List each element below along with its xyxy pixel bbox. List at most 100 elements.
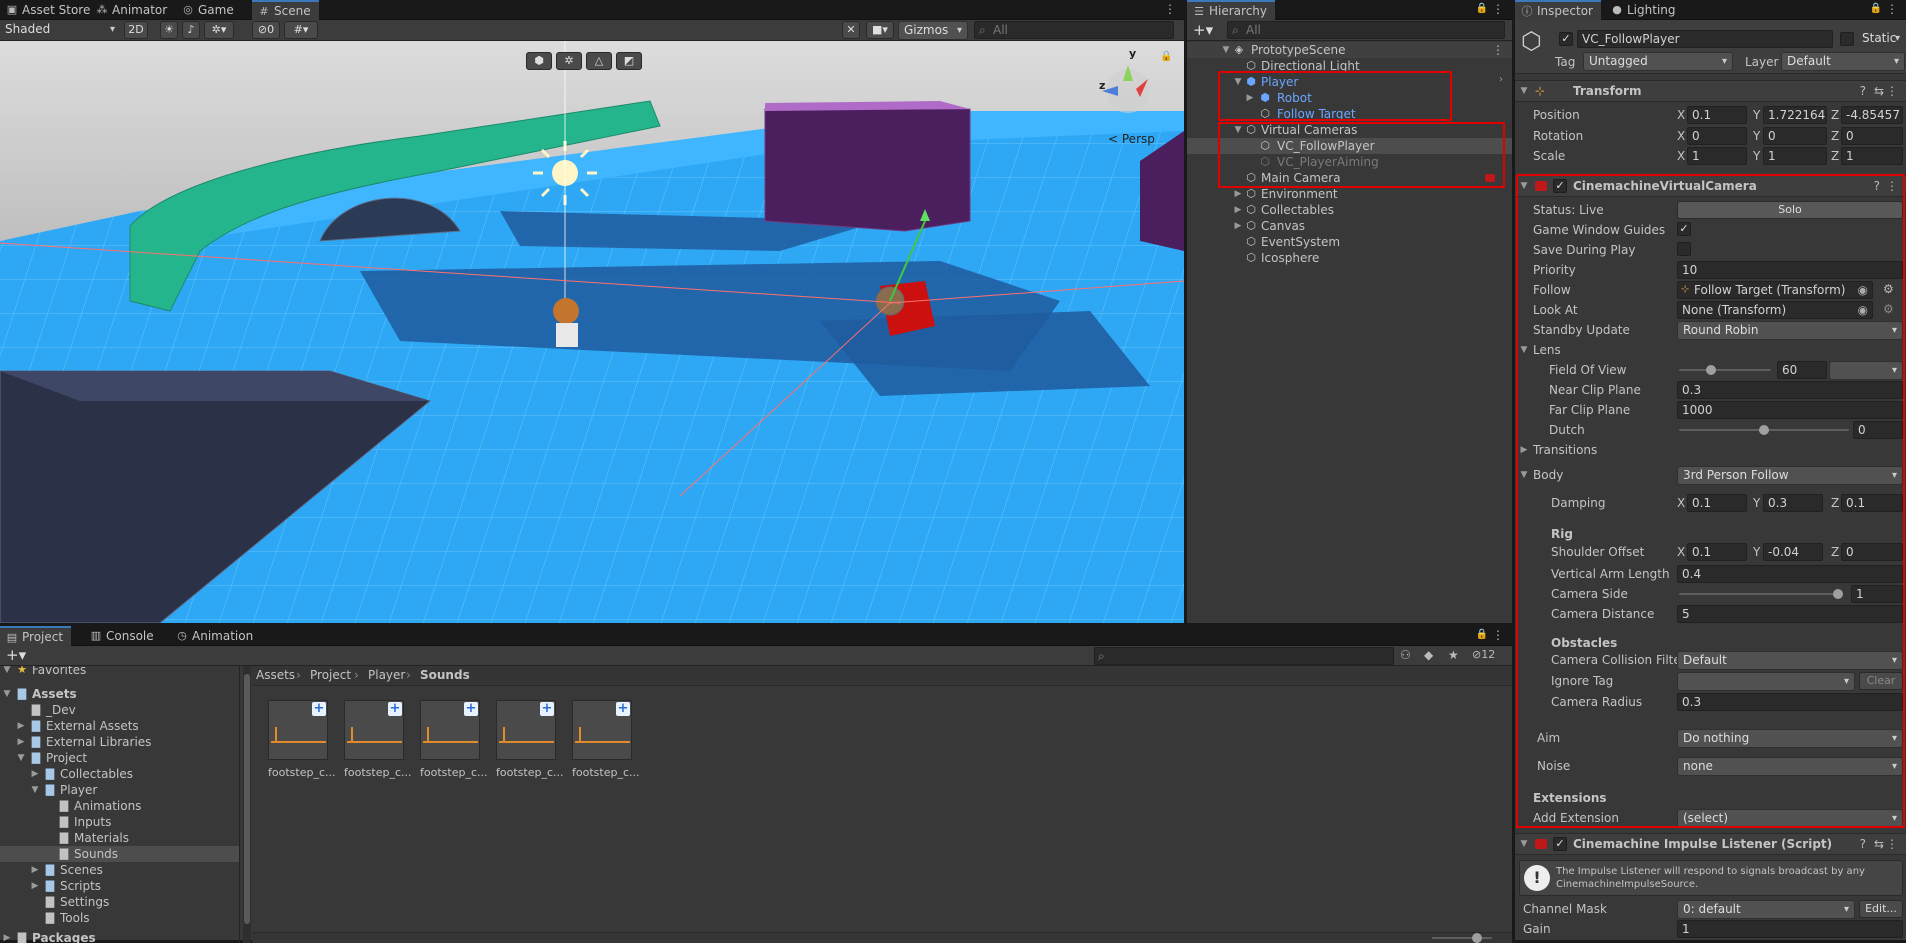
position-x-field[interactable]: 0.1 [1687, 106, 1747, 124]
game-window-guides-checkbox[interactable]: ✓ [1677, 222, 1691, 236]
scene-menu-icon[interactable]: ⋮ [1492, 42, 1504, 58]
collapse-arrow-icon[interactable]: ▶ [16, 718, 26, 734]
body-dropdown[interactable]: 3rd Person Follow [1677, 466, 1903, 485]
damping-x-field[interactable]: 0.1 [1687, 494, 1747, 512]
preset-icon[interactable]: ⇆ [1874, 837, 1884, 851]
hierarchy-search-input[interactable]: ⌕ All [1227, 21, 1505, 39]
hidden-objects-toggle[interactable]: ⊘0 [252, 21, 280, 39]
expand-arrow-icon[interactable]: ▼ [1519, 467, 1529, 483]
hierarchy-item-directional-light[interactable]: ⬡ Directional Light [1187, 58, 1512, 74]
collapse-arrow-icon[interactable]: ▶ [2, 930, 12, 943]
lock-icon[interactable]: 🔒 [1476, 629, 1488, 640]
component-menu-icon[interactable]: ⋮ [1886, 84, 1898, 98]
tag-dropdown[interactable]: Untagged [1583, 52, 1733, 71]
collapse-arrow-icon[interactable]: ▶ [1233, 202, 1243, 218]
save-during-play-checkbox[interactable] [1677, 242, 1691, 256]
lighting-toggle-icon[interactable]: ☀ [160, 21, 178, 39]
folder-tools[interactable]: ▇ Tools [0, 910, 239, 926]
object-picker-icon[interactable]: ◉ [1858, 282, 1868, 298]
gizmos-dropdown[interactable]: Gizmos [898, 21, 968, 40]
move-tool-icon[interactable]: ⬢ [526, 52, 552, 70]
collapse-arrow-icon[interactable]: ▶ [30, 878, 40, 894]
folder-scripts[interactable]: ▶ ▇ Scripts [0, 878, 239, 894]
gain-field[interactable]: 1 [1677, 920, 1903, 938]
tab-animation[interactable]: ◷ Animation [170, 626, 261, 646]
add-preview-icon[interactable]: + [616, 702, 630, 716]
audio-file-tile[interactable]: + footstep_c... [344, 700, 411, 784]
more-menu-icon[interactable]: ⋮ [1492, 628, 1504, 642]
camera-radius-field[interactable]: 0.3 [1677, 693, 1903, 711]
active-checkbox[interactable]: ✓ [1559, 32, 1573, 46]
fov-field[interactable]: 60 [1777, 361, 1827, 379]
hierarchy-item-vc-followplayer[interactable]: ⬡ VC_FollowPlayer [1187, 138, 1512, 154]
look-at-object-field[interactable]: None (Transform) ◉ [1677, 301, 1873, 319]
impulse-listener-header[interactable]: ▼ ✓ Cinemachine Impulse Listener (Script… [1515, 833, 1906, 855]
camera-distance-field[interactable]: 5 [1677, 605, 1903, 623]
tab-asset-store[interactable]: ▣ Asset Store [0, 0, 98, 20]
project-search-input[interactable]: ⌕ [1094, 647, 1394, 665]
cvc-header[interactable]: ▼ ✓ CinemachineVirtualCamera ? ⋮ [1515, 175, 1906, 197]
folder-collectables[interactable]: ▶ ▇ Collectables [0, 766, 239, 782]
draw-tool-icon[interactable]: △ [586, 52, 612, 70]
rotation-z-field[interactable]: 0 [1841, 127, 1903, 145]
folder-scenes[interactable]: ▶ ▇ Scenes [0, 862, 239, 878]
scale-x-field[interactable]: 1 [1687, 147, 1747, 165]
collapse-arrow-icon[interactable]: ▶ [1245, 90, 1255, 106]
shoulder-x-field[interactable]: 0.1 [1687, 543, 1747, 561]
object-picker-icon[interactable]: ◉ [1858, 302, 1868, 318]
object-name-input[interactable]: VC_FollowPlayer [1577, 30, 1833, 48]
2d-toggle[interactable]: 2D [124, 21, 148, 39]
follow-settings-gear-icon[interactable]: ⚙ [1883, 282, 1894, 296]
ignore-tag-dropdown[interactable] [1677, 672, 1855, 691]
expand-arrow-icon[interactable]: ▼ [1519, 83, 1529, 99]
effects-dropdown-icon[interactable]: ✲▾ [204, 21, 234, 39]
folder-materials[interactable]: ▇ Materials [0, 830, 239, 846]
folder-packages[interactable]: ▶ ▇ Packages [0, 930, 239, 943]
more-menu-icon[interactable]: ⋮ [1492, 2, 1504, 16]
folder-sounds[interactable]: ▇ Sounds [0, 846, 239, 862]
clear-button[interactable]: Clear [1859, 672, 1903, 690]
tools-icon[interactable]: ✕ [842, 21, 860, 39]
scrollbar-thumb[interactable] [244, 674, 250, 924]
add-extension-dropdown[interactable]: (select) [1677, 809, 1903, 828]
impulse-enabled-checkbox[interactable]: ✓ [1553, 837, 1567, 851]
folder-project[interactable]: ▼ ▇ Project [0, 750, 239, 766]
camera-side-slider[interactable] [1679, 593, 1839, 595]
collapse-arrow-icon[interactable]: ▶ [1233, 186, 1243, 202]
folder-inputs[interactable]: ▇ Inputs [0, 814, 239, 830]
lens-foldout[interactable]: Lens [1533, 342, 1561, 358]
expand-arrow-icon[interactable]: ▼ [1233, 74, 1243, 90]
pivot-tool-icon[interactable]: ✲ [556, 52, 582, 70]
damping-y-field[interactable]: 0.3 [1763, 494, 1823, 512]
collapse-arrow-icon[interactable]: ▶ [30, 862, 40, 878]
collapse-arrow-icon[interactable]: ▶ [16, 734, 26, 750]
hierarchy-item-virtual-cameras[interactable]: ▼ ⬡ Virtual Cameras [1187, 122, 1512, 138]
add-preview-icon[interactable]: + [540, 702, 554, 716]
expand-arrow-icon[interactable]: ▼ [1221, 42, 1231, 58]
shading-mode-dropdown[interactable]: Shaded [0, 21, 120, 40]
solo-button[interactable]: Solo [1677, 201, 1903, 219]
rotation-x-field[interactable]: 0 [1687, 127, 1747, 145]
audio-file-tile[interactable]: + footstep_c... [268, 700, 335, 784]
hierarchy-item-environment[interactable]: ▶ ⬡ Environment [1187, 186, 1512, 202]
vertical-arm-length-field[interactable]: 0.4 [1677, 565, 1903, 583]
audio-file-tile[interactable]: + footstep_c... [496, 700, 563, 784]
priority-field[interactable]: 10 [1677, 261, 1903, 279]
noise-dropdown[interactable]: none [1677, 757, 1903, 776]
help-icon[interactable]: ? [1860, 84, 1866, 98]
tab-project[interactable]: ▤ Project [0, 626, 72, 646]
breadcrumb-sounds[interactable]: Sounds [420, 668, 470, 682]
camera-side-field[interactable]: 1 [1851, 585, 1903, 603]
hierarchy-item-robot[interactable]: ▶ ⬢ Robot [1187, 90, 1512, 106]
position-z-field[interactable]: -4.85457 [1841, 106, 1903, 124]
hierarchy-item-player[interactable]: ▼ ⬢ Player [1187, 74, 1512, 90]
folder-dev[interactable]: ▇ _Dev [0, 702, 239, 718]
folder-animations[interactable]: ▇ Animations [0, 798, 239, 814]
collision-filter-dropdown[interactable]: Default [1677, 651, 1903, 670]
more-menu-icon[interactable]: ⋮ [1164, 2, 1176, 16]
favorite-star-icon[interactable]: ★ [1448, 648, 1459, 662]
hierarchy-item-follow-target[interactable]: ⬡ Follow Target [1187, 106, 1512, 122]
component-menu-icon[interactable]: ⋮ [1886, 179, 1898, 193]
fov-presets-dropdown[interactable] [1829, 361, 1903, 380]
folder-external-libraries[interactable]: ▶ ▇ External Libraries [0, 734, 239, 750]
